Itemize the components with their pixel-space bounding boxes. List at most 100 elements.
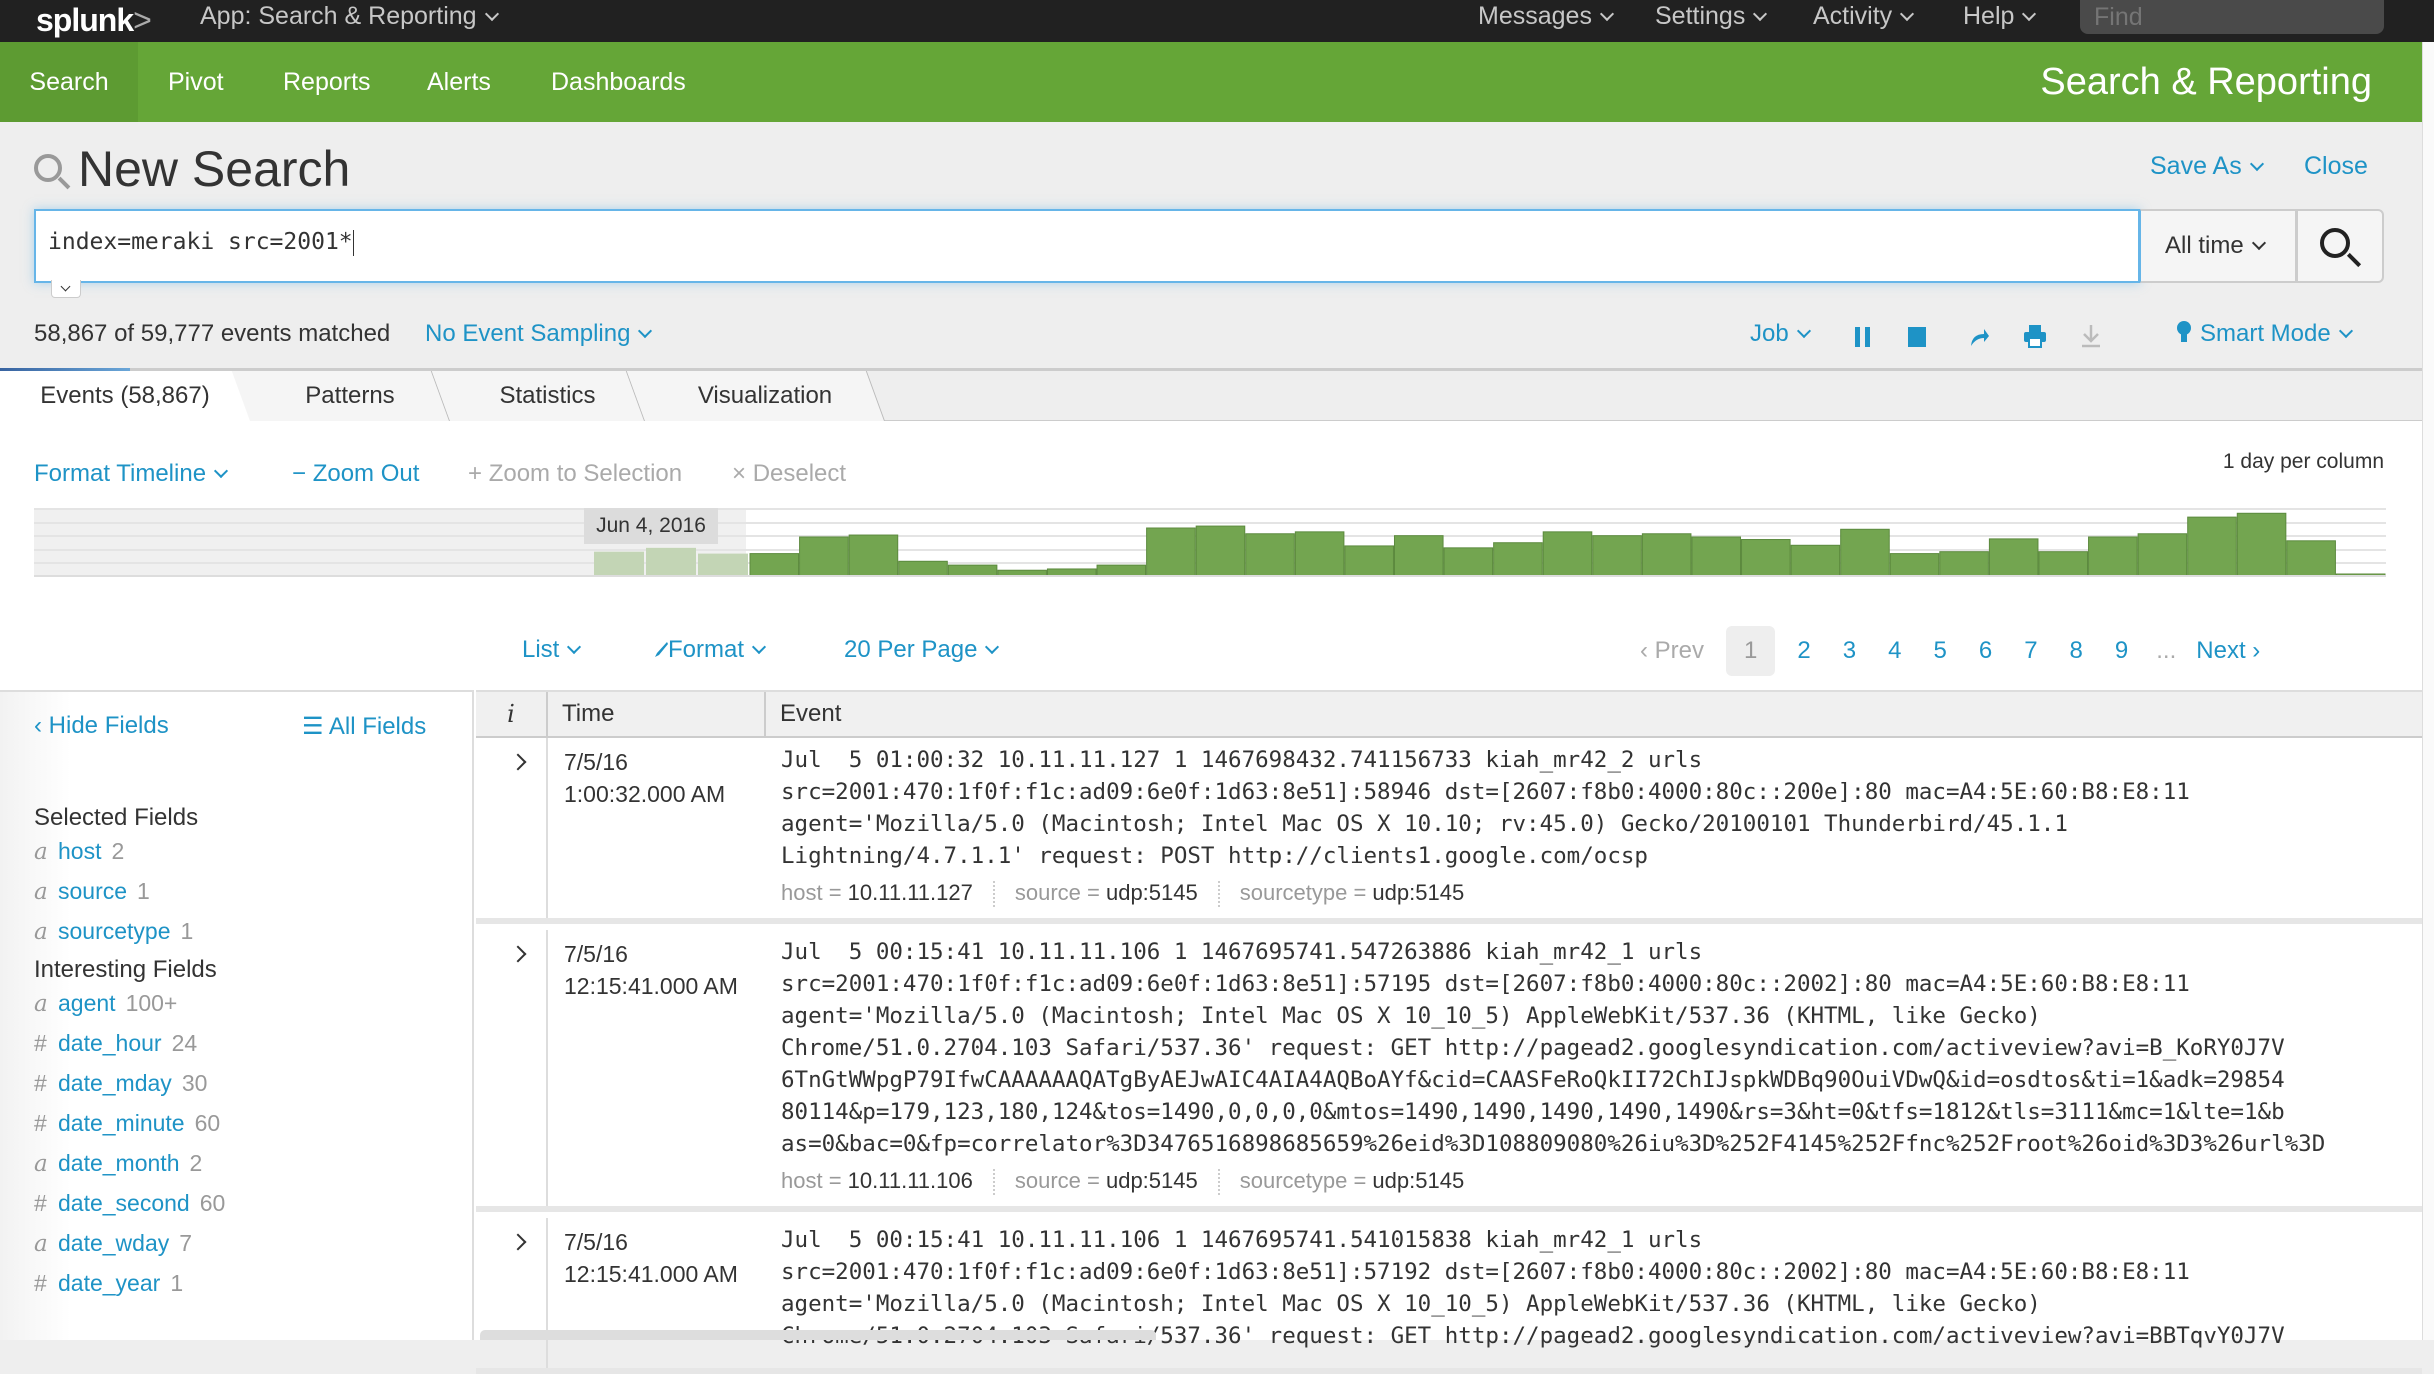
field-date-year[interactable]: # date_year 1 (34, 1270, 183, 1297)
timeline-bar[interactable] (1741, 539, 1791, 577)
nav-dashboards[interactable]: Dashboards (551, 42, 686, 122)
splunk-logo[interactable]: splunk> (36, 2, 152, 39)
format-timeline-dropdown[interactable]: Format Timeline (34, 460, 229, 488)
timeline-chart[interactable] (34, 508, 2386, 578)
timeline-bar[interactable] (1691, 536, 1742, 577)
event-time[interactable]: 7/5/16 1:00:32.000 AM (564, 746, 725, 810)
field-date-wday[interactable]: a date_wday 7 (34, 1230, 192, 1257)
chevron-right-icon[interactable] (509, 945, 527, 963)
tab-patterns[interactable]: Patterns (250, 371, 450, 421)
timeline-bar[interactable] (2038, 551, 2089, 577)
messages-menu[interactable]: Messages (1478, 2, 1615, 31)
pause-button[interactable] (1855, 326, 1871, 354)
timeline-bar[interactable] (1294, 531, 1345, 577)
find-input[interactable] (2080, 0, 2384, 34)
all-fields-button[interactable]: ☰ All Fields (302, 712, 426, 741)
save-as-button[interactable]: Save As (2150, 152, 2264, 181)
timeline-bar[interactable] (2187, 516, 2237, 577)
page-4[interactable]: 4 (1872, 626, 1917, 676)
horizontal-scrollbar[interactable] (480, 1330, 1156, 1340)
timeline-bar[interactable] (1592, 535, 1642, 577)
field-source[interactable]: a source 1 (34, 878, 150, 905)
chevron-right-icon[interactable] (509, 1233, 527, 1251)
metadata-sourcetype[interactable]: sourcetype = udp:5145 (1240, 880, 1464, 905)
timeline-bar[interactable] (749, 553, 800, 577)
list-view-dropdown[interactable]: List (522, 636, 582, 664)
export-button[interactable] (2080, 324, 2102, 355)
timeline-bar[interactable] (947, 564, 998, 577)
timeline-bar[interactable] (799, 536, 849, 577)
deselect-button[interactable]: × Deselect (732, 460, 846, 488)
page-1[interactable]: 1 (1726, 626, 1776, 676)
prev-page-button[interactable]: ‹ Prev (1640, 637, 1720, 665)
field-date-month[interactable]: a date_month 2 (34, 1150, 202, 1177)
field-date-hour[interactable]: # date_hour 24 (34, 1030, 197, 1057)
next-page-button[interactable]: Next › (2188, 637, 2260, 665)
timeline-bar[interactable] (1641, 533, 1692, 577)
page-5[interactable]: 5 (1917, 626, 1962, 676)
timeline-bar[interactable] (1096, 564, 1147, 577)
search-mode-dropdown[interactable]: Smart Mode (2176, 320, 2353, 348)
nav-pivot[interactable]: Pivot (168, 42, 224, 122)
per-page-dropdown[interactable]: 20 Per Page (844, 636, 1000, 664)
page-3[interactable]: 3 (1827, 626, 1872, 676)
print-button[interactable] (2023, 324, 2047, 355)
field-date-mday[interactable]: # date_mday 30 (34, 1070, 207, 1097)
app-selector[interactable]: App: Search & Reporting (200, 2, 499, 31)
timeline-bar[interactable] (1790, 544, 1841, 577)
hide-fields-button[interactable]: ‹ Hide Fields (34, 712, 169, 740)
tab-statistics[interactable]: Statistics (450, 371, 645, 421)
format-dropdown[interactable]: Format (652, 636, 767, 664)
event-sampling-dropdown[interactable]: No Event Sampling (425, 320, 653, 348)
close-button[interactable]: Close (2304, 152, 2368, 181)
timeline-bar-faded[interactable] (594, 551, 644, 576)
timeline-bar[interactable] (1344, 545, 1394, 577)
field-date-minute[interactable]: # date_minute 60 (34, 1110, 220, 1137)
timeline-bar[interactable] (1939, 551, 1989, 577)
field-agent[interactable]: a agent 100+ (34, 990, 177, 1017)
metadata-source[interactable]: source = udp:5145 (1015, 1168, 1198, 1193)
search-submit-button[interactable] (2297, 209, 2384, 283)
metadata-host[interactable]: host = 10.11.11.106 (781, 1168, 973, 1193)
field-host[interactable]: a host 2 (34, 838, 124, 865)
timeline-bar[interactable] (898, 560, 948, 577)
timeline-bar[interactable] (2236, 512, 2287, 577)
metadata-source[interactable]: source = udp:5145 (1015, 880, 1198, 905)
expand-search-toggle[interactable] (51, 280, 81, 298)
search-query-input[interactable]: index=meraki src=2001* (34, 209, 2140, 283)
page-9[interactable]: 9 (2099, 626, 2144, 676)
page-scrollbar[interactable] (2422, 42, 2434, 1340)
timeline-bar[interactable] (1245, 533, 1295, 577)
timeline-bar[interactable] (1146, 527, 1196, 577)
metadata-sourcetype[interactable]: sourcetype = udp:5145 (1240, 1168, 1464, 1193)
zoom-to-selection-button[interactable]: + Zoom to Selection (468, 460, 682, 488)
timeline-bar[interactable] (2286, 540, 2336, 577)
timeline-bar[interactable] (1542, 531, 1593, 577)
page-7[interactable]: 7 (2008, 626, 2053, 676)
timeline-bar[interactable] (848, 534, 899, 577)
chevron-right-icon[interactable] (509, 753, 527, 771)
timeline-bar[interactable] (1889, 553, 1940, 577)
page-8[interactable]: 8 (2054, 626, 2099, 676)
event-time[interactable]: 7/5/16 12:15:41.000 AM (564, 1226, 738, 1290)
time-range-picker[interactable]: All time (2140, 209, 2297, 283)
page-6[interactable]: 6 (1963, 626, 2008, 676)
timeline-bar[interactable] (1988, 538, 2039, 577)
timeline-bar[interactable] (1195, 525, 1246, 577)
share-button[interactable] (1968, 326, 1990, 355)
timeline-bar[interactable] (1393, 535, 1444, 577)
event-time[interactable]: 7/5/16 12:15:41.000 AM (564, 938, 738, 1002)
timeline-bar[interactable] (2137, 533, 2188, 577)
timeline-bar-faded[interactable] (646, 547, 696, 576)
tab-visualization[interactable]: Visualization (645, 371, 885, 421)
stop-button[interactable] (1908, 326, 1928, 354)
nav-search[interactable]: Search (0, 42, 138, 122)
settings-menu[interactable]: Settings (1655, 2, 1768, 31)
page-2[interactable]: 2 (1781, 626, 1826, 676)
tab-events[interactable]: Events (58,867) (0, 371, 250, 422)
job-menu[interactable]: Job (1750, 320, 1811, 348)
zoom-out-button[interactable]: − Zoom Out (292, 460, 419, 488)
nav-alerts[interactable]: Alerts (427, 42, 491, 122)
timeline-bar-faded[interactable] (698, 553, 748, 576)
field-date-second[interactable]: # date_second 60 (34, 1190, 225, 1217)
